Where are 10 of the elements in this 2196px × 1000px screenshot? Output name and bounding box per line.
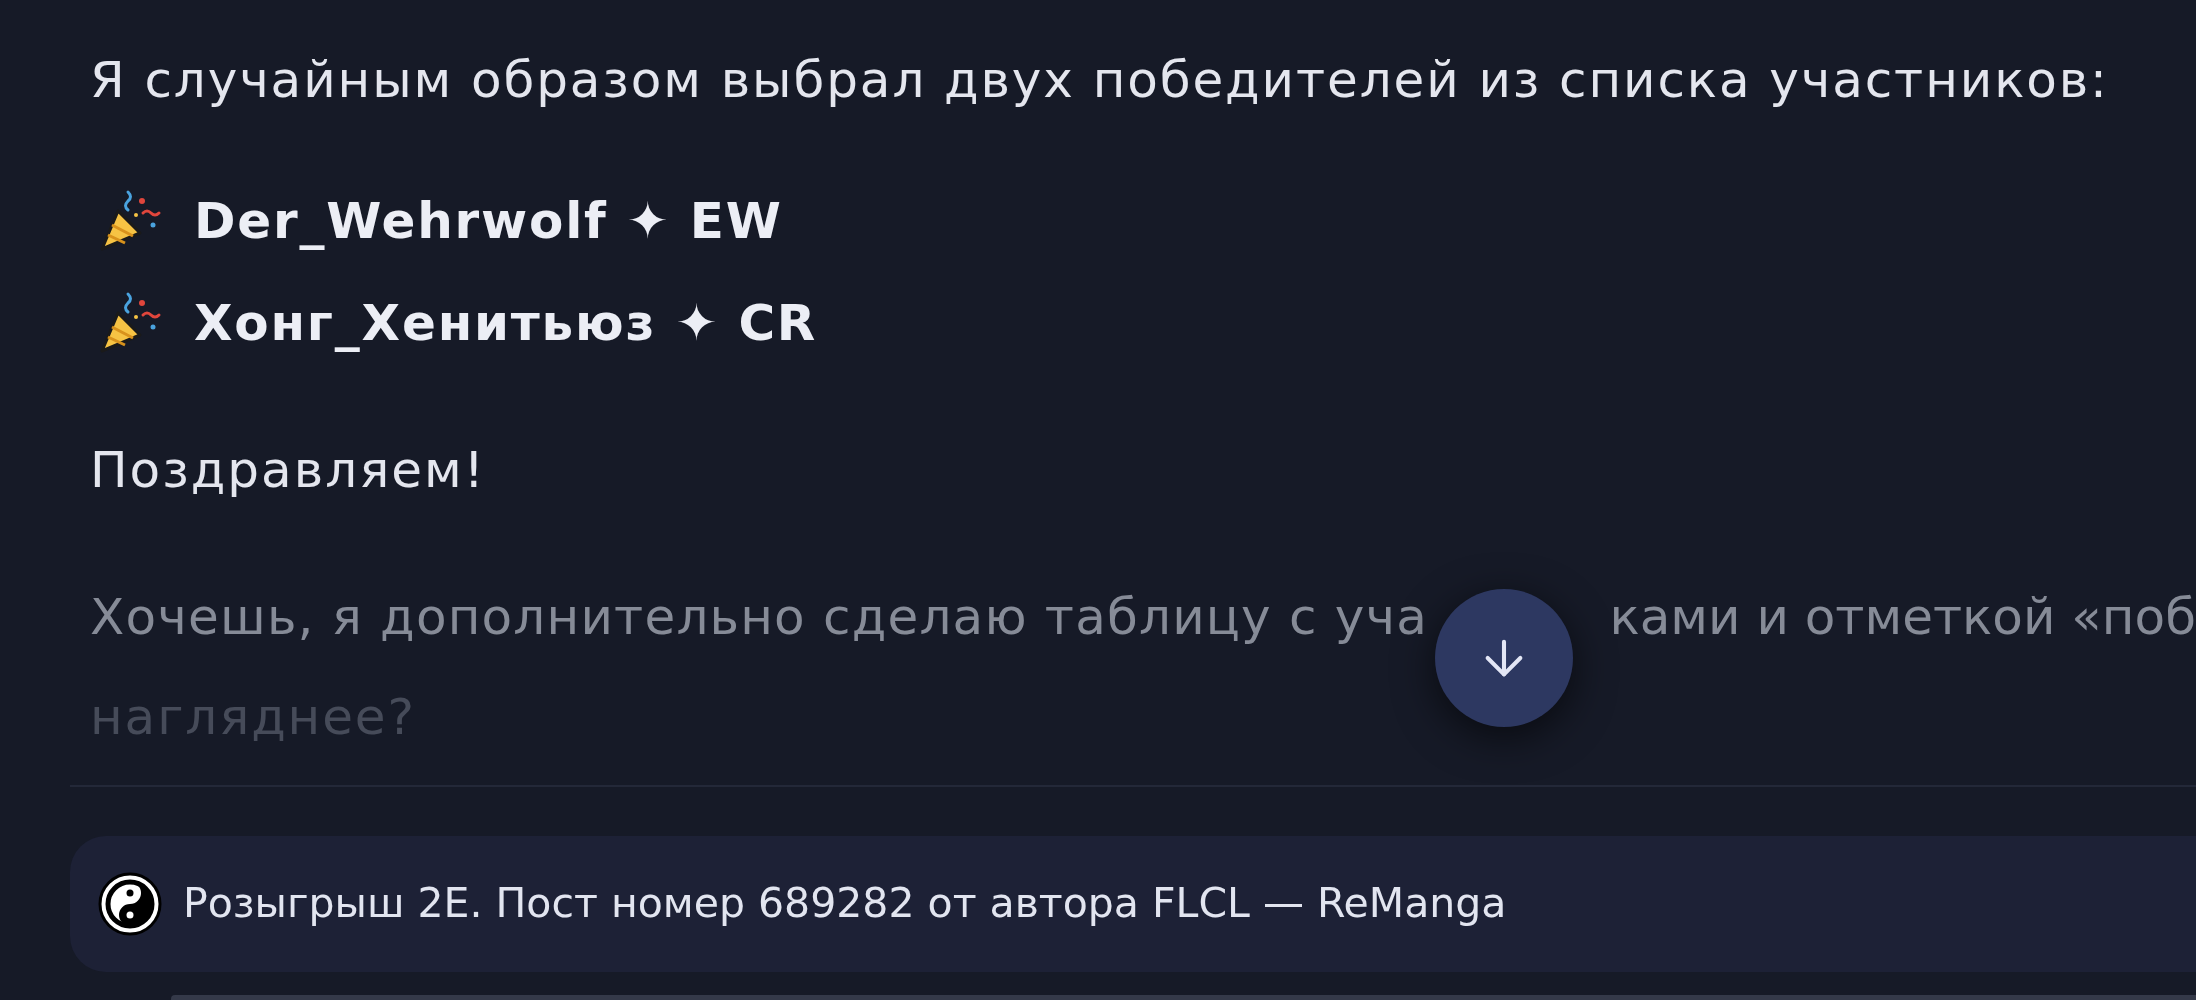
winner-name: Der_Wehrwolf ✦ EW bbox=[194, 191, 783, 251]
party-popper-icon bbox=[98, 291, 162, 355]
message-text: Я случайным образом выбрал двух победителей из списка участников: bbox=[90, 50, 2109, 110]
congrats-text: Поздравляем! bbox=[90, 440, 486, 500]
follow-up-text: Хочешь, я дополнительно сделаю таблицу с уча bbox=[90, 587, 1429, 647]
winner-name: Хонг_Хенитьюз ✦ CR bbox=[194, 293, 818, 353]
party-popper-icon bbox=[98, 189, 162, 253]
yin-yang-icon bbox=[98, 872, 162, 936]
source-link[interactable]: Розыгрыш 2E. Пост номер 689282 от автора FLCL — ReManga bbox=[70, 836, 2196, 972]
follow-up-text: ками и отметкой «поб bbox=[1609, 587, 2196, 647]
